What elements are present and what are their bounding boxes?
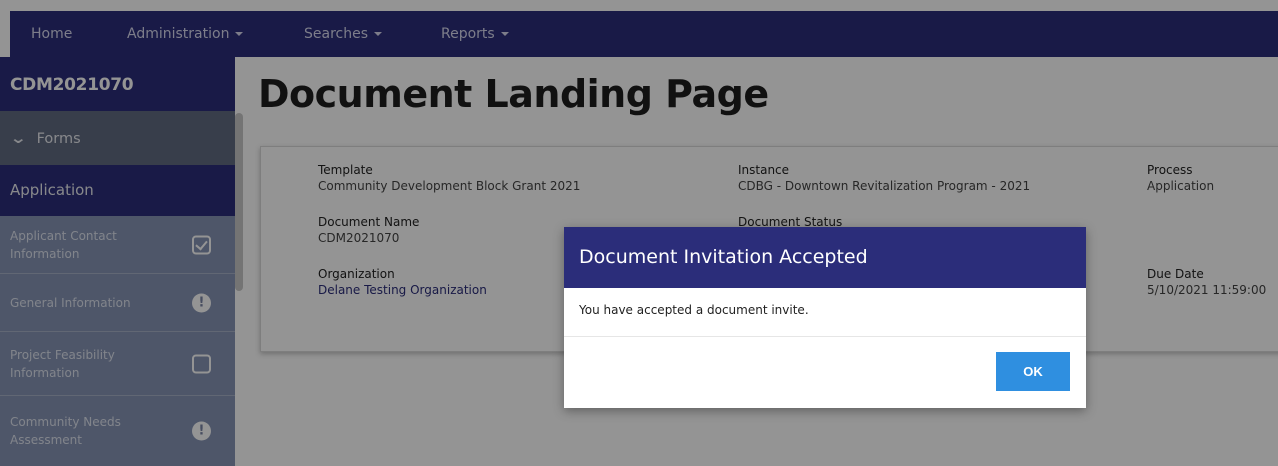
dialog-title: Document Invitation Accepted <box>564 227 1086 288</box>
invitation-accepted-dialog: Document Invitation Accepted You have ac… <box>564 227 1086 408</box>
dialog-message: You have accepted a document invite. <box>579 303 809 317</box>
ok-button[interactable]: OK <box>996 352 1070 391</box>
dialog-divider <box>564 336 1086 337</box>
